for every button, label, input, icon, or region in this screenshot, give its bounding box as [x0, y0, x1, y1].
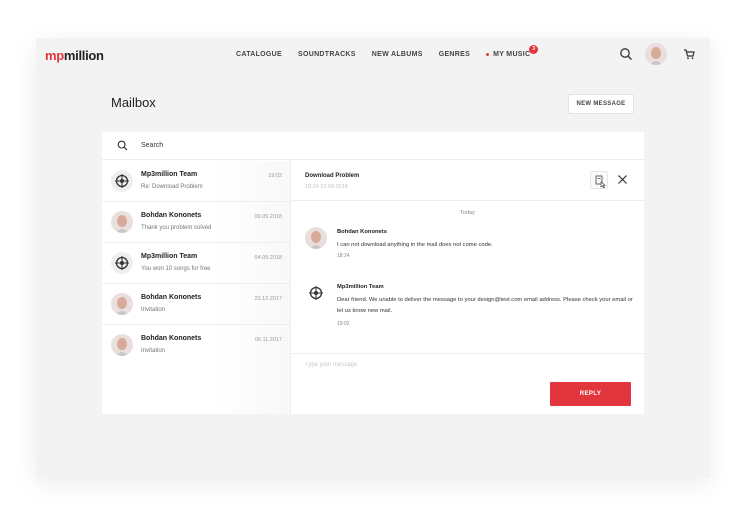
message: Bohdan Kononets I can not download anyth…: [305, 227, 635, 267]
new-message-button[interactable]: NEW MESSAGE: [568, 94, 634, 114]
conversation-title: Download Problem: [305, 173, 360, 179]
search-icon[interactable]: [619, 47, 633, 61]
avatar: [111, 334, 133, 356]
page-title: Mailbox: [111, 95, 156, 110]
nav-soundtracks[interactable]: SOUNDTRACKS: [298, 51, 356, 58]
avatar: [305, 227, 327, 249]
logo[interactable]: mpmillion: [45, 48, 104, 63]
nav-catalogue[interactable]: CATALOGUE: [236, 51, 282, 58]
cart-icon[interactable]: [683, 48, 695, 60]
conversation-time: 18:24 10.09.2018: [305, 184, 348, 190]
conversation-list: Mp3million Team Re: Download Problem 19:…: [102, 161, 291, 414]
avatar[interactable]: [645, 43, 667, 65]
nav-genres[interactable]: GENRES: [439, 51, 470, 58]
day-separator: Today: [460, 210, 475, 216]
list-item[interactable]: Mp3million Team You won 10 songs for fre…: [102, 243, 291, 284]
mail-search[interactable]: Search: [102, 132, 644, 160]
archive-button[interactable]: [590, 171, 608, 189]
reply-area: REPLY: [291, 353, 644, 414]
nav-new-albums[interactable]: NEW ALBUMS: [372, 51, 423, 58]
active-dot: [486, 52, 490, 56]
team-logo-icon: [111, 170, 133, 192]
list-item[interactable]: Mp3million Team Re: Download Problem 19:…: [102, 161, 291, 202]
list-item[interactable]: Bohdan Kononets Thank you problem solved…: [102, 202, 291, 243]
list-item[interactable]: Bohdan Kononets Invitation 06.11.2017: [102, 325, 291, 366]
nav-my-music[interactable]: MY MUSIC 3: [486, 45, 539, 58]
search-label: Search: [141, 142, 164, 149]
message: Mp3million Team Dear friend. We unable t…: [305, 282, 635, 332]
list-item[interactable]: Bohdan Kononets Invitation 23.12.2017: [102, 284, 291, 325]
avatar: [111, 293, 133, 315]
reply-button[interactable]: REPLY: [550, 382, 631, 406]
team-logo-icon: [305, 282, 327, 304]
avatar: [111, 211, 133, 233]
main-nav: CATALOGUE SOUNDTRACKS NEW ALBUMS GENRES …: [236, 45, 546, 58]
mailbox-panel: Search Mp3million Team Re: Download Prob…: [102, 132, 644, 414]
close-icon[interactable]: [617, 174, 628, 185]
reply-input[interactable]: [305, 362, 545, 368]
team-logo-icon: [111, 252, 133, 274]
my-music-badge: 3: [529, 45, 539, 54]
conversation-header: Download Problem 18:24 10.09.2018: [291, 161, 644, 201]
search-icon: [117, 140, 128, 151]
conversation-view: Download Problem 18:24 10.09.2018 Today …: [291, 161, 644, 414]
archive-icon: [595, 175, 606, 189]
